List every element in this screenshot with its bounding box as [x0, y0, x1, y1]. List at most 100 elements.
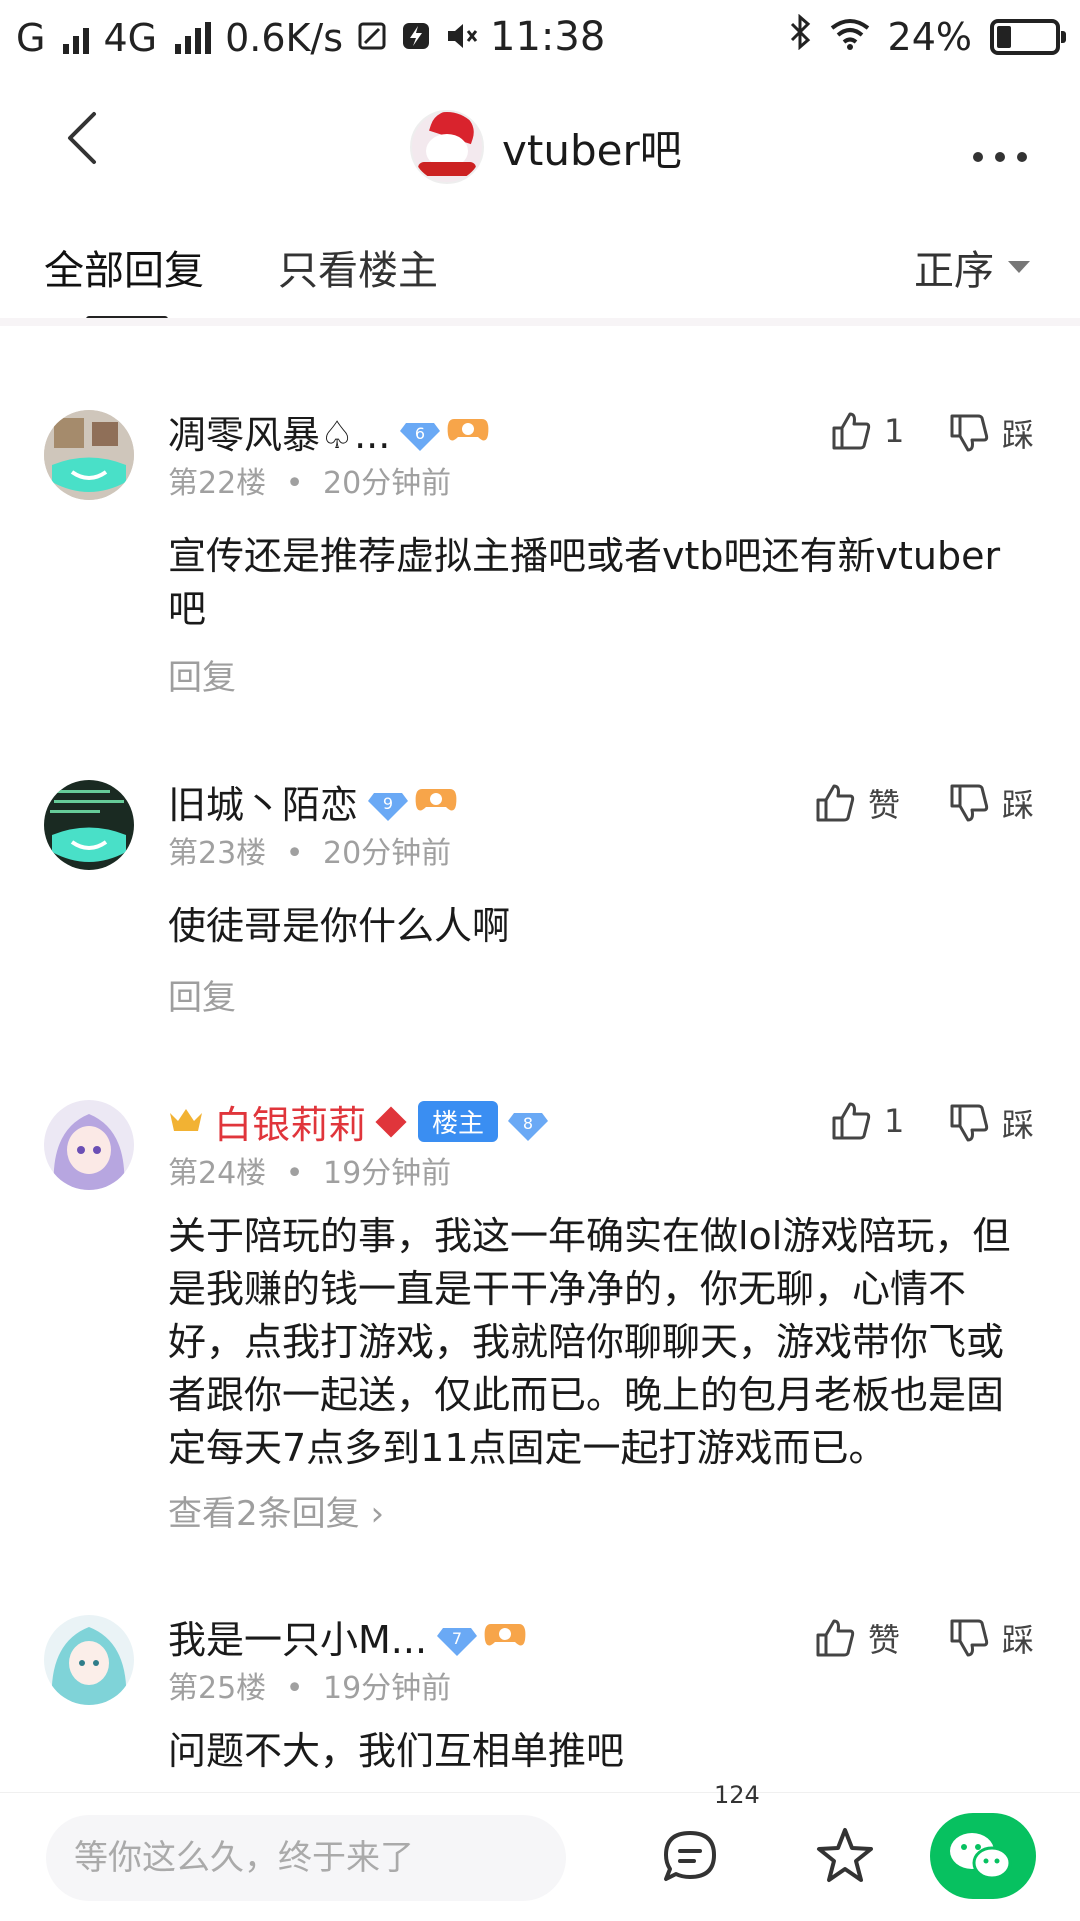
comment-count: 124 — [714, 1781, 760, 1809]
username[interactable]: 凋零风暴♤... 6 — [168, 404, 490, 459]
avatar[interactable] — [44, 780, 134, 870]
svg-text:6: 6 — [415, 424, 425, 443]
battery-icon — [990, 18, 1066, 55]
post-meta: 第24楼 • 19分钟前 — [168, 1156, 452, 1191]
share-wechat-button[interactable] — [930, 1813, 1036, 1899]
dislike-label: 踩 — [1002, 416, 1035, 454]
floor-number: 第23楼 — [168, 836, 267, 871]
wifi-icon — [830, 15, 870, 59]
star-icon — [817, 1828, 873, 1882]
owner-badge: 楼主 — [418, 1101, 499, 1142]
avatar[interactable] — [44, 1100, 134, 1190]
post-meta: 第23楼 • 20分钟前 — [168, 836, 452, 871]
mute-icon — [445, 16, 479, 60]
username-text: 我是一只小M... — [168, 1618, 428, 1662]
reply-link[interactable]: 回复 — [168, 650, 236, 699]
dislike-label: 踩 — [1002, 1106, 1035, 1144]
level-badge: 7 — [437, 1623, 478, 1656]
nav-bar: vtuber吧 — [0, 90, 1080, 190]
network-speed: 0.6K/s — [225, 16, 344, 60]
dislike-label: 踩 — [1002, 786, 1035, 824]
post-meta: 第22楼 • 20分钟前 — [168, 466, 452, 501]
diamond-icon — [375, 1105, 407, 1138]
dislike-button[interactable]: 踩 — [948, 410, 1034, 456]
tab-all-replies[interactable]: 全部回复 — [44, 238, 204, 296]
level-badge: 9 — [368, 788, 409, 821]
thumbs-up-icon — [832, 1102, 871, 1140]
username[interactable]: 旧城丶陌恋 9 — [168, 774, 458, 829]
reply-link[interactable]: 回复 — [168, 970, 236, 1019]
thumbs-up-icon — [832, 412, 871, 450]
like-button[interactable]: 赞 — [814, 1615, 900, 1661]
thumbs-down-icon — [950, 784, 989, 822]
username-text: 凋零风暴♤... — [168, 413, 391, 457]
caret-down-icon — [1008, 261, 1030, 273]
dislike-button[interactable]: 踩 — [948, 1100, 1034, 1146]
avatar[interactable] — [44, 410, 134, 500]
view-replies-link[interactable]: 查看2条回复 › — [168, 1486, 384, 1535]
svg-text:9: 9 — [383, 794, 393, 813]
comment-icon — [664, 1831, 716, 1881]
post-content: 关于陪玩的事，我这一年确实在做lol游戏陪玩，但是我赚的钱一直是干干净净的，你无… — [168, 1214, 1011, 1470]
wechat-icon — [950, 1833, 1012, 1880]
forum-name: vtuber吧 — [502, 125, 682, 175]
like-count: 1 — [884, 1102, 905, 1140]
dislike-button[interactable]: 踩 — [948, 780, 1034, 826]
signal-icon — [63, 22, 90, 54]
like-label: 赞 — [868, 1621, 901, 1659]
post-time: 20分钟前 — [322, 466, 452, 501]
status-bar-left: G 4G 0.6K/s — [16, 16, 479, 60]
post-content: 宣传还是推荐虚拟主播吧或者vtb吧还有新vtuber吧 — [168, 534, 1001, 631]
thumbs-down-icon — [950, 1619, 989, 1657]
like-button[interactable]: 赞 — [814, 780, 900, 826]
network-4g-label: 4G — [103, 16, 158, 60]
tab-owner-only[interactable]: 只看楼主 — [278, 238, 438, 296]
post-time: 19分钟前 — [322, 1671, 452, 1706]
thumbs-down-icon — [950, 1104, 989, 1142]
favorite-button[interactable] — [814, 1825, 876, 1891]
more-dots-icon — [973, 152, 1027, 162]
post-content: 问题不大，我们互相单推吧 — [168, 1729, 625, 1773]
like-count: 1 — [884, 412, 905, 450]
post-time: 19分钟前 — [322, 1156, 452, 1191]
thumbs-up-icon — [816, 1619, 855, 1657]
like-button[interactable]: 1 — [830, 410, 904, 452]
post-meta: 第25楼 • 19分钟前 — [168, 1671, 452, 1706]
forum-title[interactable]: vtuber吧 — [410, 110, 682, 184]
username-text: 旧城丶陌恋 — [168, 783, 359, 827]
level-badge: 8 — [508, 1108, 549, 1141]
more-button[interactable] — [970, 120, 1030, 176]
battery-percent: 24% — [887, 14, 972, 59]
comment-button[interactable] — [660, 1827, 720, 1891]
sort-dropdown[interactable]: 正序 — [914, 238, 1030, 296]
status-bar-right: 24% — [788, 13, 1066, 59]
level-badge: 6 — [400, 418, 441, 451]
flash-icon — [401, 16, 431, 60]
username[interactable]: 白银莉莉 楼主 8 — [168, 1094, 549, 1149]
forum-avatar — [410, 110, 484, 184]
dislike-label: 踩 — [1002, 1621, 1035, 1659]
dislike-button[interactable]: 踩 — [948, 1615, 1034, 1661]
username-text: 白银莉莉 — [214, 1103, 367, 1147]
gamepad-icon — [483, 1615, 527, 1659]
divider — [0, 318, 1080, 326]
post-content: 使徒哥是你什么人啊 — [168, 904, 511, 948]
like-button[interactable]: 1 — [830, 1100, 904, 1142]
clock: 11:38 — [490, 14, 606, 60]
network-g-label: G — [16, 16, 46, 60]
reply-tabs: 全部回复 只看楼主 正序 — [0, 230, 1080, 322]
back-button[interactable] — [56, 108, 116, 168]
floor-number: 第25楼 — [168, 1671, 267, 1706]
floor-number: 第24楼 — [168, 1156, 267, 1191]
thumbs-up-icon — [816, 784, 855, 822]
svg-text:7: 7 — [452, 1629, 462, 1648]
crown-icon — [168, 1100, 204, 1144]
reply-input[interactable]: 等你这么久，终于来了 — [46, 1815, 566, 1901]
gamepad-icon — [446, 410, 490, 454]
username[interactable]: 我是一只小M... 7 — [168, 1609, 527, 1664]
thumbs-down-icon — [950, 414, 989, 452]
avatar[interactable] — [44, 1615, 134, 1705]
chevron-left-icon — [68, 112, 96, 164]
bluetooth-icon — [788, 13, 812, 59]
svg-text:8: 8 — [523, 1114, 533, 1133]
